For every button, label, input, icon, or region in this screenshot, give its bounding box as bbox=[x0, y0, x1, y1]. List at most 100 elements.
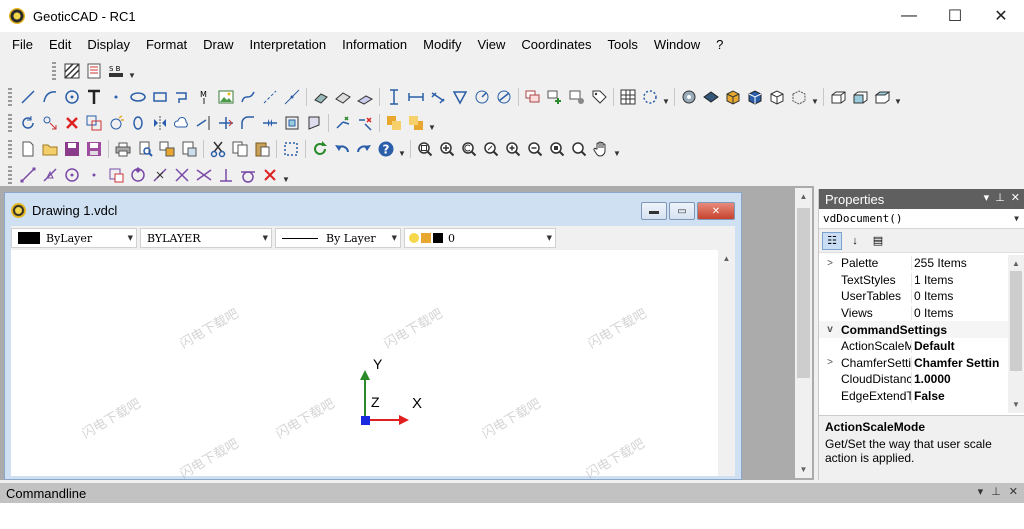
join-icon[interactable] bbox=[332, 112, 354, 134]
object-selector[interactable]: vdDocument() ▼ bbox=[819, 209, 1024, 229]
scrollbar-thumb[interactable] bbox=[797, 208, 810, 378]
plot-icon[interactable] bbox=[156, 138, 178, 160]
ellipse-icon[interactable] bbox=[127, 86, 149, 108]
toolbar-overflow-icon[interactable]: ▼ bbox=[612, 138, 622, 160]
view-front-icon[interactable] bbox=[827, 86, 849, 108]
zoom-out-icon[interactable] bbox=[524, 138, 546, 160]
property-row[interactable]: Views 0 Items bbox=[819, 305, 1009, 322]
circle-icon[interactable] bbox=[61, 86, 83, 108]
menu-help[interactable]: ? bbox=[708, 32, 731, 58]
zoom-in-plus-icon[interactable] bbox=[502, 138, 524, 160]
toolbar-overflow-icon[interactable]: ▼ bbox=[281, 164, 291, 186]
point-icon[interactable] bbox=[105, 86, 127, 108]
drawing-restore-button[interactable]: ▭ bbox=[669, 202, 695, 220]
toolbar-grip[interactable] bbox=[8, 166, 12, 184]
scroll-down-icon[interactable]: ▼ bbox=[795, 461, 812, 478]
menu-display[interactable]: Display bbox=[79, 32, 138, 58]
menu-file[interactable]: File bbox=[0, 32, 41, 58]
property-category[interactable]: v CommandSettings bbox=[819, 321, 1009, 338]
scroll-up-icon[interactable]: ▲ bbox=[1008, 255, 1024, 272]
zoom-dynamic-icon[interactable] bbox=[480, 138, 502, 160]
scrollbar-thumb[interactable] bbox=[1010, 271, 1022, 371]
image-icon[interactable] bbox=[215, 86, 237, 108]
toolbar-overflow-icon[interactable]: ▼ bbox=[661, 86, 671, 108]
stretch-icon[interactable] bbox=[303, 112, 325, 134]
linetype-dropdown[interactable]: By Layer ▼ bbox=[275, 228, 401, 248]
help-icon[interactable]: ? bbox=[375, 138, 397, 160]
pin-icon[interactable]: ⊥ bbox=[991, 485, 1001, 498]
pin-icon[interactable]: ⊥ bbox=[995, 191, 1005, 204]
properties-scrollbar[interactable]: ▲ ▼ bbox=[1008, 255, 1024, 413]
property-row[interactable]: EdgeExtendT False bbox=[819, 388, 1009, 405]
menu-information[interactable]: Information bbox=[334, 32, 415, 58]
scroll-up-icon[interactable]: ▲ bbox=[718, 250, 735, 267]
snap-nearest-icon[interactable] bbox=[149, 164, 171, 186]
break-icon[interactable] bbox=[259, 112, 281, 134]
property-row[interactable]: CloudDistanc 1.0000 bbox=[819, 371, 1009, 388]
tag-icon[interactable] bbox=[588, 86, 610, 108]
scroll-up-icon[interactable]: ▲ bbox=[795, 188, 812, 205]
list-icon[interactable] bbox=[83, 60, 105, 82]
snap-perp-icon[interactable] bbox=[215, 164, 237, 186]
snap-midpoint-icon[interactable] bbox=[39, 164, 61, 186]
dim-angular-icon[interactable] bbox=[449, 86, 471, 108]
property-pages-icon[interactable]: ▤ bbox=[868, 232, 888, 250]
menu-draw[interactable]: Draw bbox=[195, 32, 241, 58]
spline-icon[interactable] bbox=[237, 86, 259, 108]
close-button[interactable]: ✕ bbox=[978, 0, 1024, 32]
zoom-extents-icon[interactable] bbox=[546, 138, 568, 160]
snap-none-icon[interactable] bbox=[259, 164, 281, 186]
toolbar-overflow-icon[interactable]: ▼ bbox=[893, 86, 903, 108]
snap-center-icon[interactable] bbox=[61, 164, 83, 186]
drawing-canvas[interactable]: Y Z X ▲ bbox=[11, 250, 735, 476]
toolbar-grip[interactable] bbox=[8, 88, 12, 106]
menu-format[interactable]: Format bbox=[138, 32, 195, 58]
plane-icon[interactable] bbox=[354, 86, 376, 108]
menu-coordinates[interactable]: Coordinates bbox=[513, 32, 599, 58]
dim-radius-icon[interactable] bbox=[471, 86, 493, 108]
move-icon[interactable] bbox=[39, 112, 61, 134]
drawing-minimize-button[interactable]: ▬ bbox=[641, 202, 667, 220]
zoom-all-icon[interactable] bbox=[568, 138, 590, 160]
copy-object-icon[interactable] bbox=[83, 112, 105, 134]
save-as-icon[interactable] bbox=[83, 138, 105, 160]
toolbar-grip[interactable] bbox=[8, 140, 12, 158]
page-setup-icon[interactable] bbox=[178, 138, 200, 160]
line-icon[interactable] bbox=[17, 86, 39, 108]
xline-icon[interactable] bbox=[281, 86, 303, 108]
bring-front-icon[interactable] bbox=[383, 112, 405, 134]
mtext-icon[interactable]: M bbox=[193, 86, 215, 108]
rotate-icon[interactable] bbox=[17, 112, 39, 134]
pan-hand-icon[interactable] bbox=[590, 138, 612, 160]
zoom-window-icon[interactable] bbox=[414, 138, 436, 160]
grid-icon[interactable] bbox=[617, 86, 639, 108]
toolbar-grip[interactable] bbox=[8, 114, 12, 132]
dim-diameter-icon[interactable] bbox=[493, 86, 515, 108]
color-dropdown[interactable]: ByLayer ▼ bbox=[11, 228, 137, 248]
select-all-icon[interactable] bbox=[280, 138, 302, 160]
layer-dropdown[interactable]: BYLAYER ▼ bbox=[140, 228, 272, 248]
property-value[interactable]: False bbox=[911, 389, 1007, 404]
property-value[interactable]: 0 Items bbox=[911, 289, 1007, 304]
toolbar-overflow-icon[interactable]: ▼ bbox=[397, 138, 407, 160]
property-value[interactable]: Default bbox=[911, 339, 1007, 354]
block-icon[interactable]: S B bbox=[105, 60, 127, 82]
property-row[interactable]: > Palette 255 Items bbox=[819, 255, 1009, 272]
menu-interpretation[interactable]: Interpretation bbox=[242, 32, 335, 58]
cube-icon[interactable] bbox=[744, 86, 766, 108]
rectangle-icon[interactable] bbox=[149, 86, 171, 108]
expand-icon[interactable]: > bbox=[819, 357, 841, 368]
property-value[interactable]: 1.0000 bbox=[911, 372, 1007, 387]
scale-icon[interactable] bbox=[281, 112, 303, 134]
panel-menu-icon[interactable]: ▾ bbox=[978, 485, 984, 498]
dim-vertical-icon[interactable] bbox=[383, 86, 405, 108]
layer-state-dropdown[interactable]: 0 ▼ bbox=[404, 228, 556, 248]
menu-edit[interactable]: Edit bbox=[41, 32, 79, 58]
property-value[interactable]: 0 Items bbox=[911, 306, 1007, 321]
wireframe-icon[interactable] bbox=[766, 86, 788, 108]
hidden-lines-icon[interactable] bbox=[788, 86, 810, 108]
zoom-previous-icon[interactable] bbox=[458, 138, 480, 160]
paste-icon[interactable] bbox=[251, 138, 273, 160]
alphabetical-sort-icon[interactable]: ↓ bbox=[845, 232, 865, 250]
hatch-icon[interactable] bbox=[61, 60, 83, 82]
